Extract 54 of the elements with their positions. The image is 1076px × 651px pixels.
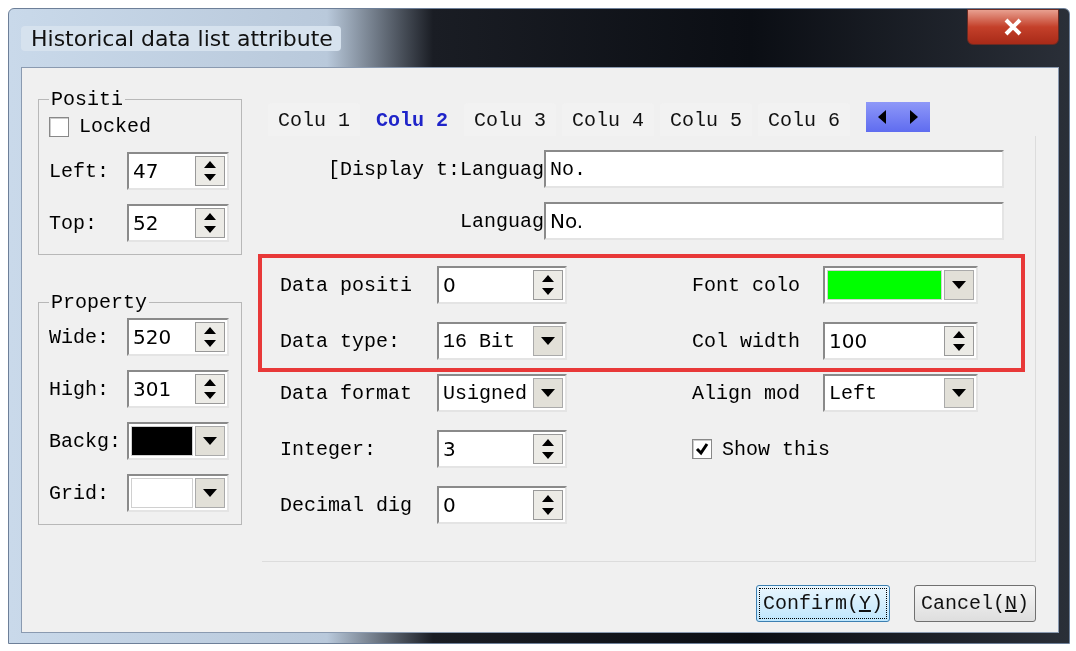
scroll-left-button[interactable]	[866, 102, 899, 132]
spin-field[interactable]: 52	[127, 204, 229, 242]
dropdown[interactable]: 16 Bit	[437, 322, 567, 360]
field-label: Data format	[280, 381, 414, 405]
group-title: Positi	[50, 88, 124, 111]
checkbox[interactable]	[692, 439, 712, 459]
dialog-button[interactable]: Confirm(Y)	[755, 585, 890, 622]
field-label: Data type:	[280, 329, 402, 353]
spin-field[interactable]: 0	[437, 486, 567, 524]
field-label: Grid:	[49, 481, 110, 505]
dialog-button[interactable]: Cancel(N)	[913, 585, 1036, 622]
field-label: Align mod	[692, 381, 802, 405]
spin-field[interactable]: 520	[127, 318, 229, 356]
window-title: Historical data list attribute	[21, 25, 341, 51]
dropdown-arrow-icon[interactable]	[541, 337, 555, 345]
field-label: Col width	[692, 329, 802, 353]
field-label: Top:	[49, 211, 98, 235]
field-label: High:	[49, 377, 110, 401]
dropdown[interactable]: Usigned	[437, 374, 567, 412]
checkbox-label: Locked	[79, 115, 151, 138]
left-arrow-icon[interactable]	[877, 110, 888, 124]
field-label: Font colo	[692, 273, 802, 297]
field-label: Languag	[460, 209, 544, 233]
dropdown-arrow-icon[interactable]	[952, 389, 966, 397]
dropdown-arrow-icon[interactable]	[203, 489, 217, 497]
spin-field[interactable]: 100	[823, 322, 978, 360]
field-label: Wide:	[49, 325, 110, 349]
right-arrow-icon[interactable]	[909, 110, 920, 124]
dropdown-arrow-icon[interactable]	[952, 281, 966, 289]
checkbox-label: Show this	[722, 437, 831, 461]
dropdown-arrow-icon[interactable]	[541, 389, 555, 397]
field-label: Backg:	[49, 429, 122, 453]
dropdown[interactable]: Left	[823, 374, 978, 412]
spin-field[interactable]: 0	[437, 266, 567, 304]
close-button[interactable]	[967, 9, 1059, 45]
close-icon[interactable]	[1003, 18, 1023, 36]
color-picker[interactable]	[127, 422, 229, 460]
field-label: Integer:	[280, 437, 377, 461]
field-label: Data positi	[280, 273, 414, 297]
text-field[interactable]: No.	[544, 150, 1004, 188]
field-label: Languag	[460, 157, 544, 181]
field-label: Left:	[49, 159, 110, 183]
spin-field[interactable]: 47	[127, 152, 229, 190]
field-label: Decimal dig	[280, 493, 414, 517]
group-title: Property	[50, 291, 148, 314]
field-label: [Display t:	[327, 157, 460, 181]
text-field[interactable]: No.	[544, 202, 1004, 240]
dropdown-arrow-icon[interactable]	[203, 437, 217, 445]
color-picker[interactable]	[127, 474, 229, 512]
spin-field[interactable]: 3	[437, 430, 567, 468]
spin-field[interactable]: 301	[127, 370, 229, 408]
scroll-right-button[interactable]	[898, 102, 931, 132]
color-picker[interactable]	[823, 266, 978, 304]
checkbox[interactable]	[49, 116, 69, 137]
